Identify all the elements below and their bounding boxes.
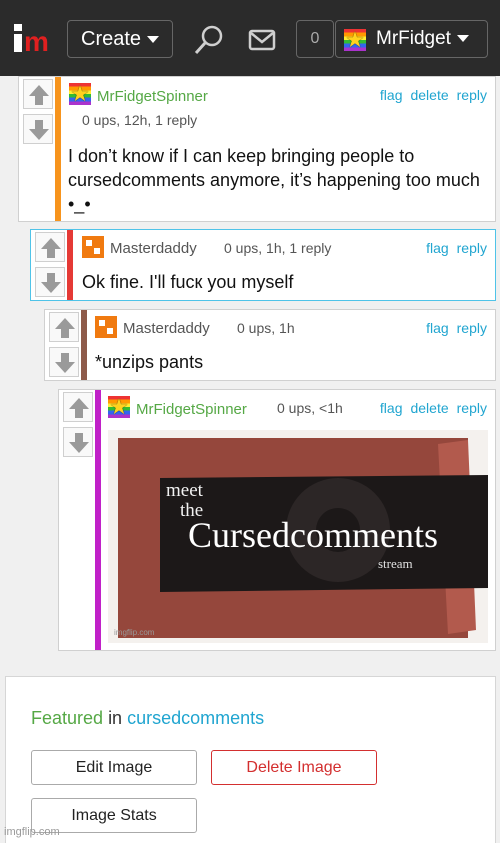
flag-link[interactable]: flag <box>426 240 449 256</box>
reply-link[interactable]: reply <box>457 240 487 256</box>
arrow-up-icon <box>69 398 89 418</box>
thread-bar <box>67 230 73 300</box>
flag-link[interactable]: flag <box>380 87 403 103</box>
arrow-down-icon <box>41 273 61 293</box>
top-navbar: m Create 0 ★ MrFidget <box>0 0 500 76</box>
imgflip-logo[interactable]: m <box>14 24 56 56</box>
edit-image-button[interactable]: Edit Image <box>31 750 197 785</box>
imgflip-watermark: imgflip.com <box>4 826 60 838</box>
delete-link[interactable]: delete <box>410 400 448 416</box>
meme-line-meet: meet <box>166 480 203 501</box>
downvote-button[interactable] <box>49 347 79 377</box>
notifications-button[interactable]: 0 <box>296 20 334 58</box>
comment-meta: 0 ups, 1h <box>237 320 295 336</box>
meme-image[interactable]: meet the Cursedcomments stream imgflip.c… <box>108 430 488 643</box>
comment-meta: 0 ups, 1h, 1 reply <box>224 240 332 256</box>
reply-link[interactable]: reply <box>457 87 487 103</box>
featured-label: Featured <box>31 708 104 728</box>
featured-line: Featured in cursedcomments <box>31 708 264 729</box>
arrow-down-icon <box>69 433 89 453</box>
featured-panel: Featured in cursedcomments Edit Image De… <box>5 676 496 843</box>
user-avatar-icon: ★ <box>108 396 130 418</box>
user-avatar-icon <box>95 316 117 338</box>
comment-username[interactable]: MrFidgetSpinner <box>136 401 247 418</box>
featured-in: in <box>108 708 123 728</box>
create-button[interactable]: Create <box>67 20 173 58</box>
comment-actions: flag reply <box>418 320 487 336</box>
comment: ★ MrFidgetSpinner flag delete reply 0 ups,… <box>18 76 496 222</box>
flag-link[interactable]: flag <box>426 320 449 336</box>
arrow-up-icon <box>55 318 75 338</box>
comment-meta: 0 ups, 12h, 1 reply <box>82 112 198 128</box>
featured-stream-link[interactable]: cursedcomments <box>127 708 264 728</box>
downvote-button[interactable] <box>23 114 53 144</box>
user-avatar-icon <box>82 236 104 258</box>
delete-image-button[interactable]: Delete Image <box>211 750 377 785</box>
vote-column <box>31 230 71 300</box>
comment-actions: flag delete reply <box>372 87 487 103</box>
upvote-button[interactable] <box>35 232 65 262</box>
thread-bar <box>95 390 101 650</box>
search-icon[interactable] <box>194 24 224 56</box>
thread-bar <box>81 310 87 380</box>
arrow-up-icon <box>41 238 61 258</box>
meme-credit: imgflip.com <box>114 628 155 637</box>
flag-link[interactable]: flag <box>380 400 403 416</box>
user-menu-button[interactable]: ★ MrFidget <box>335 20 488 58</box>
user-avatar-icon: ★ <box>344 29 366 51</box>
vote-column <box>19 77 59 221</box>
comment-username[interactable]: Masterdaddy <box>110 240 197 257</box>
comment: Masterdaddy 0 ups, 1h flag reply *unzips … <box>44 309 496 381</box>
thread-bar <box>55 77 61 221</box>
arrow-down-icon <box>29 120 49 140</box>
arrow-up-icon <box>29 85 49 105</box>
user-avatar-icon: ★ <box>69 83 91 105</box>
comment-text: Ok fine. I'll fucк you myself <box>82 272 294 292</box>
upvote-button[interactable] <box>23 79 53 109</box>
arrow-down-icon <box>55 353 75 373</box>
comment-username[interactable]: MrFidgetSpinner <box>97 88 208 105</box>
user-menu-username: MrFidget <box>376 28 451 49</box>
comment-actions: flag delete reply <box>372 400 487 416</box>
vote-column <box>45 310 85 380</box>
vote-column <box>59 390 99 650</box>
downvote-button[interactable] <box>63 427 93 457</box>
upvote-button[interactable] <box>63 392 93 422</box>
downvote-button[interactable] <box>35 267 65 297</box>
comment-actions: flag reply <box>418 240 487 256</box>
upvote-button[interactable] <box>49 312 79 342</box>
create-label: Create <box>81 28 142 50</box>
reply-link[interactable]: reply <box>457 400 487 416</box>
delete-link[interactable]: delete <box>410 87 448 103</box>
meme-title: Cursedcomments <box>188 515 438 555</box>
meme-subtitle: stream <box>378 556 413 571</box>
chevron-down-icon <box>456 35 469 43</box>
reply-link[interactable]: reply <box>457 320 487 336</box>
comment-meta: 0 ups, <1h <box>277 400 343 416</box>
chevron-down-icon <box>147 36 160 44</box>
mail-icon[interactable] <box>248 29 276 51</box>
comment-username[interactable]: Masterdaddy <box>123 320 210 337</box>
comment-text: *unzips pants <box>95 352 204 372</box>
comment-text: I don’t know if I can keep bringing peop… <box>68 146 480 214</box>
comment: Masterdaddy 0 ups, 1h, 1 reply flag reply… <box>30 229 496 301</box>
